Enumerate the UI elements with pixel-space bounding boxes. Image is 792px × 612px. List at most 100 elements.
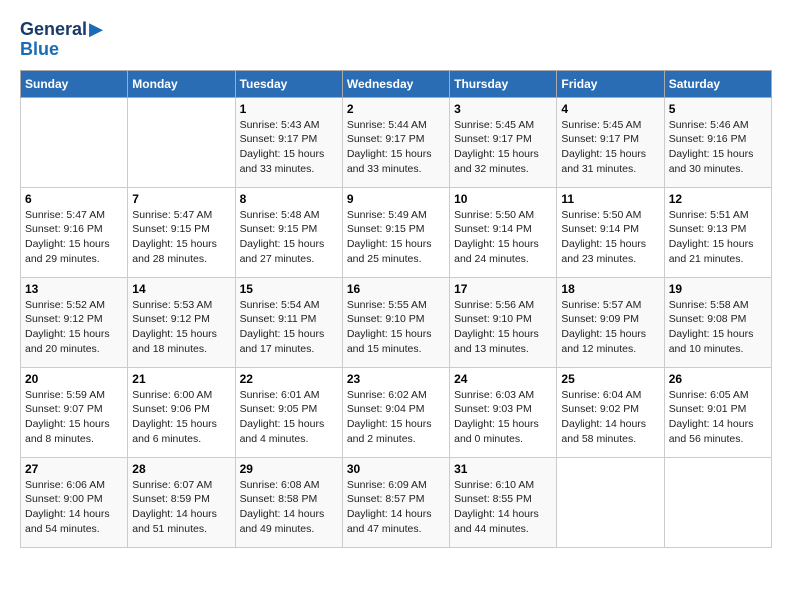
day-number: 2 bbox=[347, 102, 445, 116]
calendar-cell bbox=[128, 97, 235, 187]
day-detail: Sunrise: 5:46 AM Sunset: 9:16 PM Dayligh… bbox=[669, 118, 767, 177]
calendar-cell: 10 Sunrise: 5:50 AM Sunset: 9:14 PM Dayli… bbox=[450, 187, 557, 277]
calendar-cell: 2 Sunrise: 5:44 AM Sunset: 9:17 PM Daylig… bbox=[342, 97, 449, 187]
day-detail: Sunrise: 6:04 AM Sunset: 9:02 PM Dayligh… bbox=[561, 388, 659, 447]
header-day-thursday: Thursday bbox=[450, 70, 557, 97]
day-number: 9 bbox=[347, 192, 445, 206]
day-number: 12 bbox=[669, 192, 767, 206]
week-row-4: 20 Sunrise: 5:59 AM Sunset: 9:07 PM Dayli… bbox=[21, 367, 772, 457]
calendar-cell: 4 Sunrise: 5:45 AM Sunset: 9:17 PM Daylig… bbox=[557, 97, 664, 187]
calendar-cell: 1 Sunrise: 5:43 AM Sunset: 9:17 PM Daylig… bbox=[235, 97, 342, 187]
calendar-cell: 17 Sunrise: 5:56 AM Sunset: 9:10 PM Dayli… bbox=[450, 277, 557, 367]
header-row: SundayMondayTuesdayWednesdayThursdayFrid… bbox=[21, 70, 772, 97]
day-detail: Sunrise: 5:50 AM Sunset: 9:14 PM Dayligh… bbox=[561, 208, 659, 267]
calendar-cell: 24 Sunrise: 6:03 AM Sunset: 9:03 PM Dayli… bbox=[450, 367, 557, 457]
calendar-cell: 9 Sunrise: 5:49 AM Sunset: 9:15 PM Daylig… bbox=[342, 187, 449, 277]
calendar-cell: 23Sunrise: 6:02 AM Sunset: 9:04 PM Dayli… bbox=[342, 367, 449, 457]
day-number: 24 bbox=[454, 372, 552, 386]
day-number: 15 bbox=[240, 282, 338, 296]
day-detail: Sunrise: 6:10 AM Sunset: 8:55 PM Dayligh… bbox=[454, 478, 552, 537]
calendar-cell: 30 Sunrise: 6:09 AM Sunset: 8:57 PM Dayli… bbox=[342, 457, 449, 547]
day-detail: Sunrise: 5:55 AM Sunset: 9:10 PM Dayligh… bbox=[347, 298, 445, 357]
day-detail: Sunrise: 6:01 AM Sunset: 9:05 PM Dayligh… bbox=[240, 388, 338, 447]
day-number: 17 bbox=[454, 282, 552, 296]
day-number: 5 bbox=[669, 102, 767, 116]
day-detail: Sunrise: 5:45 AM Sunset: 9:17 PM Dayligh… bbox=[454, 118, 552, 177]
logo-general: General bbox=[20, 20, 103, 40]
calendar-cell: 11 Sunrise: 5:50 AM Sunset: 9:14 PM Dayli… bbox=[557, 187, 664, 277]
calendar-cell: 16Sunrise: 5:55 AM Sunset: 9:10 PM Dayli… bbox=[342, 277, 449, 367]
day-number: 1 bbox=[240, 102, 338, 116]
day-detail: Sunrise: 5:59 AM Sunset: 9:07 PM Dayligh… bbox=[25, 388, 123, 447]
day-detail: Sunrise: 5:57 AM Sunset: 9:09 PM Dayligh… bbox=[561, 298, 659, 357]
calendar-cell: 19 Sunrise: 5:58 AM Sunset: 9:08 PM Dayli… bbox=[664, 277, 771, 367]
week-row-5: 27 Sunrise: 6:06 AM Sunset: 9:00 PM Dayli… bbox=[21, 457, 772, 547]
day-detail: Sunrise: 5:44 AM Sunset: 9:17 PM Dayligh… bbox=[347, 118, 445, 177]
page-header: General Blue bbox=[20, 20, 772, 60]
day-number: 14 bbox=[132, 282, 230, 296]
day-detail: Sunrise: 5:47 AM Sunset: 9:15 PM Dayligh… bbox=[132, 208, 230, 267]
logo-blue: Blue bbox=[20, 40, 103, 60]
day-detail: Sunrise: 5:52 AM Sunset: 9:12 PM Dayligh… bbox=[25, 298, 123, 357]
day-number: 3 bbox=[454, 102, 552, 116]
header-day-saturday: Saturday bbox=[664, 70, 771, 97]
calendar-cell: 18 Sunrise: 5:57 AM Sunset: 9:09 PM Dayli… bbox=[557, 277, 664, 367]
calendar-cell: 20 Sunrise: 5:59 AM Sunset: 9:07 PM Dayli… bbox=[21, 367, 128, 457]
day-number: 6 bbox=[25, 192, 123, 206]
calendar-cell: 22 Sunrise: 6:01 AM Sunset: 9:05 PM Dayli… bbox=[235, 367, 342, 457]
day-detail: Sunrise: 6:09 AM Sunset: 8:57 PM Dayligh… bbox=[347, 478, 445, 537]
day-detail: Sunrise: 6:07 AM Sunset: 8:59 PM Dayligh… bbox=[132, 478, 230, 537]
day-number: 22 bbox=[240, 372, 338, 386]
calendar-cell: 13 Sunrise: 5:52 AM Sunset: 9:12 PM Dayli… bbox=[21, 277, 128, 367]
logo-icon bbox=[89, 23, 103, 37]
day-number: 13 bbox=[25, 282, 123, 296]
week-row-3: 13 Sunrise: 5:52 AM Sunset: 9:12 PM Dayli… bbox=[21, 277, 772, 367]
day-detail: Sunrise: 5:43 AM Sunset: 9:17 PM Dayligh… bbox=[240, 118, 338, 177]
day-number: 25 bbox=[561, 372, 659, 386]
day-detail: Sunrise: 5:49 AM Sunset: 9:15 PM Dayligh… bbox=[347, 208, 445, 267]
day-detail: Sunrise: 5:58 AM Sunset: 9:08 PM Dayligh… bbox=[669, 298, 767, 357]
calendar-cell: 29Sunrise: 6:08 AM Sunset: 8:58 PM Dayli… bbox=[235, 457, 342, 547]
day-number: 11 bbox=[561, 192, 659, 206]
header-day-friday: Friday bbox=[557, 70, 664, 97]
day-number: 30 bbox=[347, 462, 445, 476]
calendar-cell: 21 Sunrise: 6:00 AM Sunset: 9:06 PM Dayli… bbox=[128, 367, 235, 457]
day-detail: Sunrise: 6:03 AM Sunset: 9:03 PM Dayligh… bbox=[454, 388, 552, 447]
day-number: 27 bbox=[25, 462, 123, 476]
day-detail: Sunrise: 6:00 AM Sunset: 9:06 PM Dayligh… bbox=[132, 388, 230, 447]
day-detail: Sunrise: 5:50 AM Sunset: 9:14 PM Dayligh… bbox=[454, 208, 552, 267]
calendar-cell: 15Sunrise: 5:54 AM Sunset: 9:11 PM Dayli… bbox=[235, 277, 342, 367]
header-day-tuesday: Tuesday bbox=[235, 70, 342, 97]
day-number: 10 bbox=[454, 192, 552, 206]
calendar-cell bbox=[557, 457, 664, 547]
calendar-cell bbox=[664, 457, 771, 547]
logo: General Blue bbox=[20, 20, 103, 60]
calendar-cell: 5 Sunrise: 5:46 AM Sunset: 9:16 PM Daylig… bbox=[664, 97, 771, 187]
day-number: 7 bbox=[132, 192, 230, 206]
day-number: 31 bbox=[454, 462, 552, 476]
calendar-cell: 3 Sunrise: 5:45 AM Sunset: 9:17 PM Daylig… bbox=[450, 97, 557, 187]
day-number: 20 bbox=[25, 372, 123, 386]
calendar-cell: 25 Sunrise: 6:04 AM Sunset: 9:02 PM Dayli… bbox=[557, 367, 664, 457]
day-number: 28 bbox=[132, 462, 230, 476]
calendar-cell bbox=[21, 97, 128, 187]
day-number: 21 bbox=[132, 372, 230, 386]
day-detail: Sunrise: 5:47 AM Sunset: 9:16 PM Dayligh… bbox=[25, 208, 123, 267]
week-row-1: 1 Sunrise: 5:43 AM Sunset: 9:17 PM Daylig… bbox=[21, 97, 772, 187]
day-number: 26 bbox=[669, 372, 767, 386]
header-day-wednesday: Wednesday bbox=[342, 70, 449, 97]
calendar-cell: 6 Sunrise: 5:47 AM Sunset: 9:16 PM Daylig… bbox=[21, 187, 128, 277]
calendar-cell: 31 Sunrise: 6:10 AM Sunset: 8:55 PM Dayli… bbox=[450, 457, 557, 547]
day-number: 4 bbox=[561, 102, 659, 116]
day-number: 18 bbox=[561, 282, 659, 296]
calendar-cell: 27 Sunrise: 6:06 AM Sunset: 9:00 PM Dayli… bbox=[21, 457, 128, 547]
header-day-sunday: Sunday bbox=[21, 70, 128, 97]
day-number: 19 bbox=[669, 282, 767, 296]
day-number: 23 bbox=[347, 372, 445, 386]
calendar-cell: 28 Sunrise: 6:07 AM Sunset: 8:59 PM Dayli… bbox=[128, 457, 235, 547]
header-day-monday: Monday bbox=[128, 70, 235, 97]
day-detail: Sunrise: 5:45 AM Sunset: 9:17 PM Dayligh… bbox=[561, 118, 659, 177]
day-detail: Sunrise: 5:48 AM Sunset: 9:15 PM Dayligh… bbox=[240, 208, 338, 267]
day-detail: Sunrise: 5:56 AM Sunset: 9:10 PM Dayligh… bbox=[454, 298, 552, 357]
day-detail: Sunrise: 6:06 AM Sunset: 9:00 PM Dayligh… bbox=[25, 478, 123, 537]
